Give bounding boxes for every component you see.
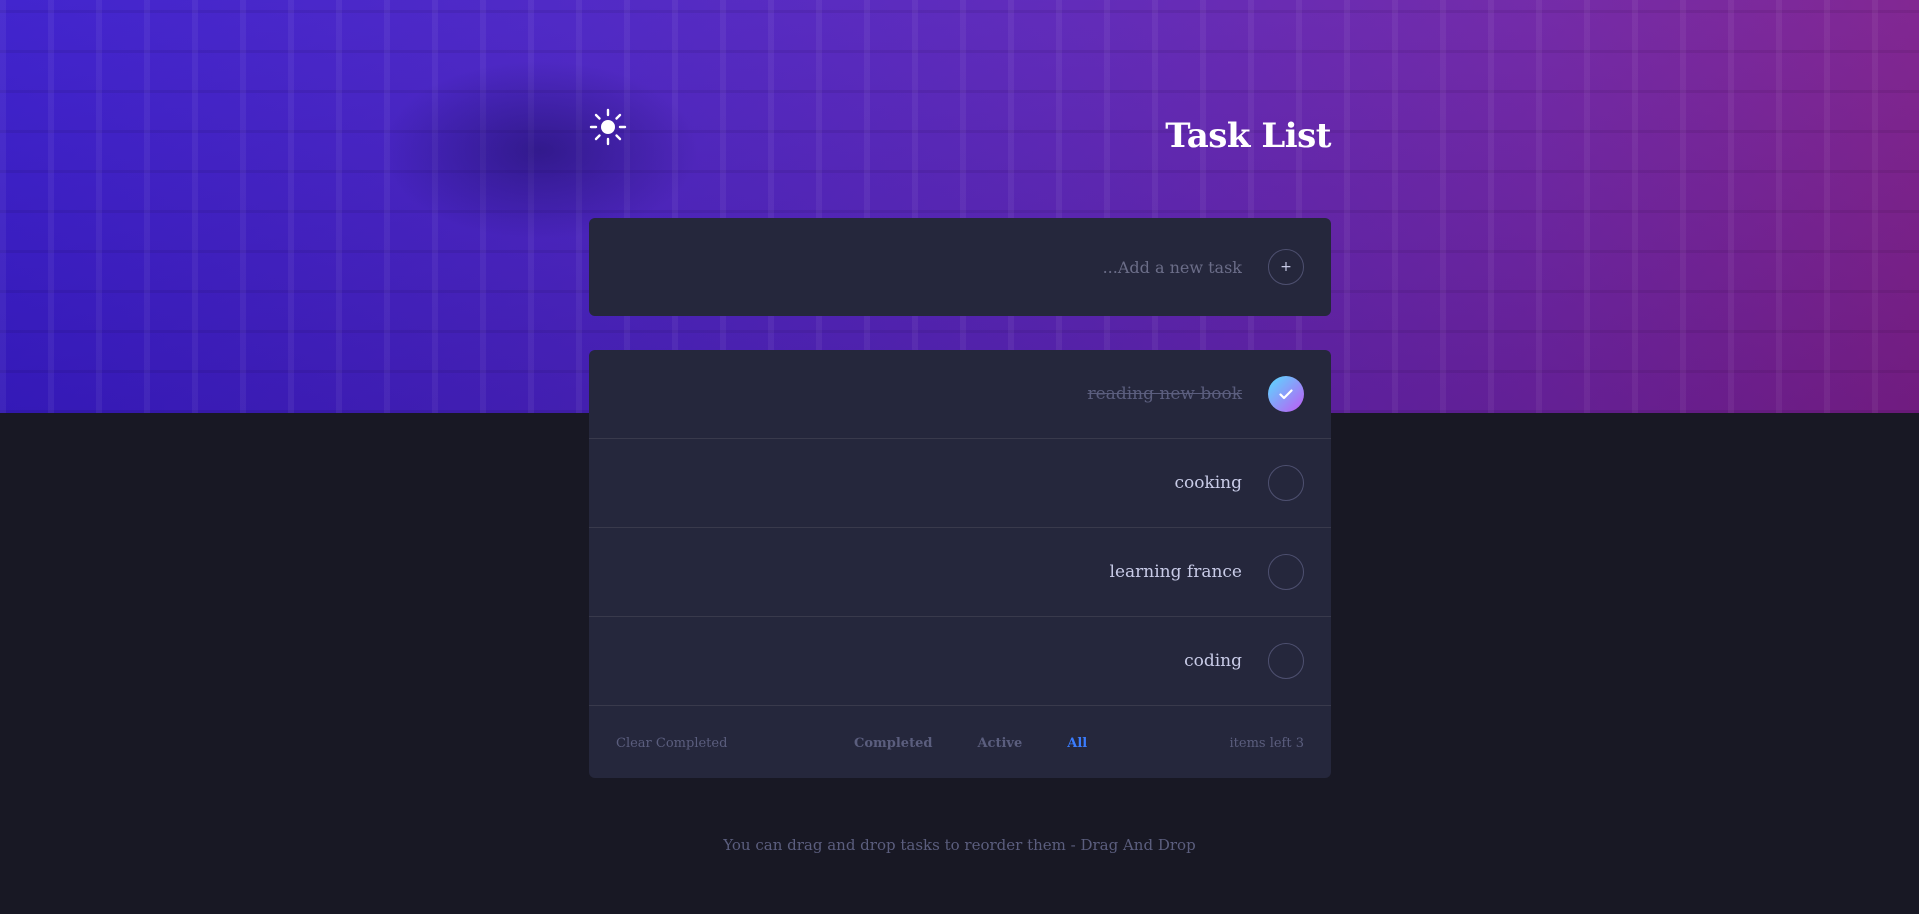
task-checkbox[interactable]: [1268, 643, 1304, 679]
task-label: learning france: [1109, 562, 1242, 582]
task-label: reading new book: [1087, 384, 1243, 404]
task-label: cooking: [1174, 473, 1242, 493]
filter-all[interactable]: All: [1067, 736, 1087, 751]
clear-completed-button[interactable]: Clear Completed: [616, 736, 727, 751]
task-checkbox[interactable]: [1268, 376, 1304, 412]
app-header: Task List: [589, 108, 1331, 164]
list-item[interactable]: coding: [589, 617, 1331, 706]
filter-group: Completed Active All: [854, 736, 1087, 751]
filter-completed[interactable]: Completed: [854, 736, 932, 751]
list-item[interactable]: learning france: [589, 528, 1331, 617]
list-footer: Clear Completed Completed Active All ite…: [589, 706, 1331, 778]
task-checkbox[interactable]: [1268, 554, 1304, 590]
check-icon: [1279, 388, 1293, 399]
task-label: coding: [1184, 651, 1242, 671]
new-task-card: +: [589, 218, 1331, 316]
plus-icon: +: [1280, 259, 1292, 275]
list-item[interactable]: reading new book: [589, 350, 1331, 439]
filter-active[interactable]: Active: [977, 736, 1022, 751]
add-task-button[interactable]: +: [1268, 249, 1304, 285]
items-left-count: items left 3: [1229, 736, 1305, 751]
task-checkbox[interactable]: [1268, 465, 1304, 501]
task-list: reading new book cooking learning france…: [589, 350, 1331, 778]
drag-drop-hint: You can drag and drop tasks to reorder t…: [723, 836, 1196, 854]
sun-icon[interactable]: [589, 108, 627, 146]
list-item[interactable]: cooking: [589, 439, 1331, 528]
page-title: Task List: [1165, 116, 1331, 156]
new-task-input[interactable]: [742, 257, 1242, 277]
